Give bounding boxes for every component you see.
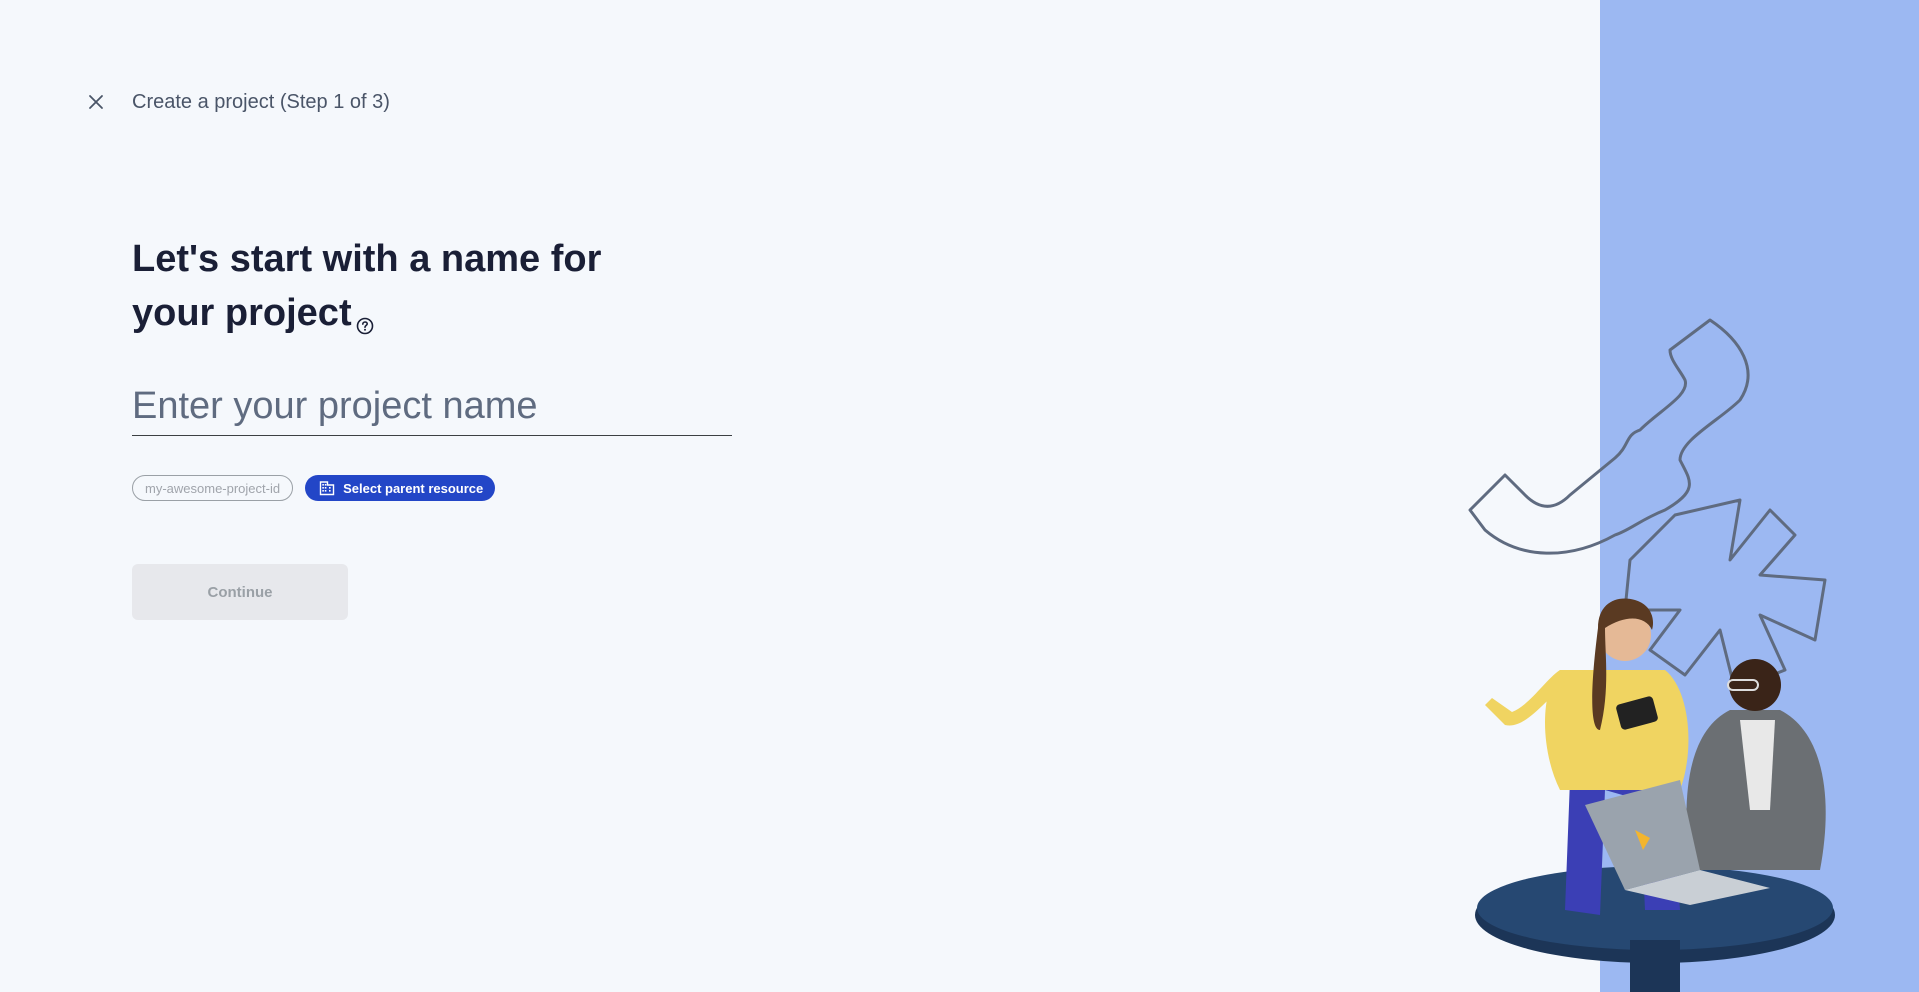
building-icon [319,480,335,496]
heading-line-2: your project [132,292,352,334]
heading-line-1: Let's start with a name for [132,238,602,280]
project-chips: my-awesome-project-id Select parent reso… [132,475,496,501]
close-button[interactable] [82,88,110,116]
select-parent-resource-label: Select parent resource [343,480,484,496]
outline-shape-curve [1468,318,1750,555]
continue-label: Continue [207,583,273,601]
team-illustration [1468,318,1835,992]
page-title: Create a project (Step 1 of 3) [132,90,390,113]
project-id-label: my-awesome-project-id [145,480,281,496]
help-circle-icon[interactable] [356,296,374,335]
outline-shape-asterisk [1623,498,1827,692]
person-2-head [1729,659,1781,711]
create-project-page: Create a project (Step 1 of 3) Let's sta… [0,0,1919,992]
select-parent-resource-button[interactable]: Select parent resource [305,475,496,501]
close-icon [89,95,103,109]
project-name-heading: Let's start with a name for your project [132,232,652,340]
project-id-chip[interactable]: my-awesome-project-id [132,475,294,501]
continue-button[interactable]: Continue [132,564,348,620]
person-1-body [1545,670,1689,790]
page-header: Create a project (Step 1 of 3) [82,86,390,118]
table-leg [1630,940,1680,992]
project-name-input[interactable] [132,378,732,436]
